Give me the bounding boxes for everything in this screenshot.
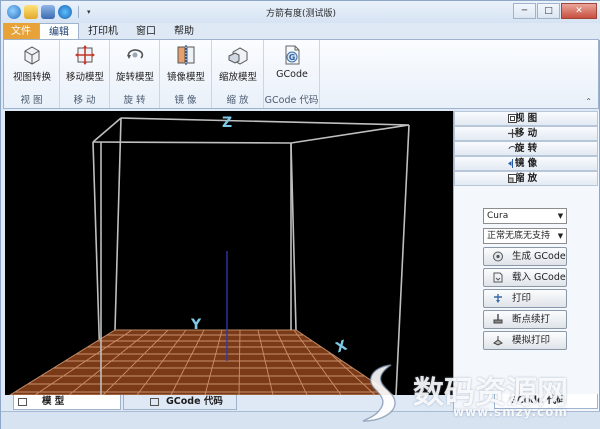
move-model-button[interactable]: 移动模型: [60, 44, 110, 83]
close-button[interactable]: ✕: [561, 3, 597, 19]
gcode-icon: G: [281, 44, 303, 66]
title-bar: ▾ 方箭有度(测试版) ─ □ ✕: [1, 1, 600, 23]
resume-print-label: 断点续打: [512, 314, 551, 325]
view-convert-button[interactable]: 视图转换: [7, 44, 57, 83]
ribbon: 视图转换 视 图 移动模型 移 动 旋转模型 旋 转 镜像模型 镜 像 缩放模型…: [3, 39, 599, 109]
move-arrows-icon: [74, 44, 96, 66]
rotate-icon: [124, 44, 146, 66]
section-view-label: 视 图: [514, 113, 538, 124]
section-mirror[interactable]: 镜 像: [454, 156, 598, 171]
section-move[interactable]: 移 动: [454, 126, 598, 141]
section-move-label: 移 动: [514, 128, 538, 139]
window-title: 方箭有度(测试版): [265, 9, 337, 19]
simulate-print-label: 模拟打印: [512, 335, 551, 346]
move-model-label: 移动模型: [65, 72, 104, 83]
tab-gcode-right-label: GCode 代码: [509, 395, 566, 406]
ribbon-group-caption: 移 动: [73, 95, 96, 106]
collapse-ribbon-icon[interactable]: ⌃: [585, 97, 592, 106]
chevron-down-icon: ▼: [557, 232, 564, 240]
svg-text:G: G: [289, 53, 296, 62]
rotate-model-button[interactable]: 旋转模型: [110, 44, 160, 83]
section-view[interactable]: 视 图: [454, 111, 598, 126]
slicer-select[interactable]: Cura ▼: [483, 208, 567, 224]
model-icon: [18, 398, 27, 406]
ribbon-group-mirror: 镜像模型 镜 像: [160, 40, 212, 108]
gcode-label: GCode: [276, 69, 308, 80]
status-bar: [1, 411, 600, 429]
mirror-icon: [508, 159, 513, 168]
3d-viewport[interactable]: Z Y X: [5, 111, 453, 395]
rotate-model-label: 旋转模型: [115, 72, 154, 83]
axis-z-label: Z: [222, 115, 233, 131]
rotate-icon: [508, 146, 517, 150]
simulate-print-button[interactable]: 模拟打印: [483, 331, 567, 350]
chevron-down-icon: ▼: [557, 212, 564, 220]
slicer-select-value: Cura: [487, 211, 509, 221]
view-icon: [508, 114, 517, 123]
mirror-model-label: 镜像模型: [166, 72, 205, 83]
move-icon: [508, 129, 517, 138]
maximize-button[interactable]: □: [537, 3, 560, 19]
scale-model-label: 缩放模型: [218, 72, 257, 83]
section-rotate-label: 旋 转: [514, 143, 538, 154]
print-icon: [494, 294, 502, 303]
ribbon-group-caption: GCode 代码: [264, 95, 319, 106]
support-select[interactable]: 正常无底无支持 ▼: [483, 228, 567, 244]
section-mirror-label: 镜 像: [514, 158, 538, 169]
section-scale[interactable]: 缩 放: [454, 171, 598, 186]
right-panel: 视 图 移 动 旋 转 镜 像 缩 放 Cura ▼ 正常无底无支持 ▼ 生成: [453, 111, 599, 411]
minimize-button[interactable]: ─: [513, 3, 536, 19]
scale-model-button[interactable]: 缩放模型: [213, 44, 263, 83]
scale-icon: [227, 44, 249, 66]
tab-gcode[interactable]: GCode 代码: [123, 395, 237, 410]
axis-y-label: Y: [191, 317, 202, 333]
ribbon-group-caption: 视 图: [20, 95, 43, 106]
ribbon-group-caption: 旋 转: [123, 95, 146, 106]
tab-file[interactable]: 文件: [3, 23, 39, 40]
support-select-value: 正常无底无支持: [487, 231, 551, 241]
ribbon-group-gcode: G GCode GCode 代码: [264, 40, 320, 108]
gcode-button[interactable]: G GCode: [267, 44, 317, 80]
section-rotate[interactable]: 旋 转: [454, 141, 598, 156]
load-gcode-icon: [493, 272, 503, 283]
print-bed: [9, 329, 394, 395]
ribbon-group-scale: 缩放模型 缩 放: [212, 40, 264, 108]
generate-gcode-button[interactable]: 生成 GCode: [483, 247, 567, 266]
window-controls: ─ □ ✕: [513, 3, 597, 19]
section-scale-label: 缩 放: [514, 173, 538, 184]
resume-print-icon: [493, 314, 503, 324]
tab-model-label: 模 型: [42, 396, 65, 407]
tab-window[interactable]: 窗口: [127, 23, 165, 40]
app-window: ▾ 方箭有度(测试版) ─ □ ✕ 文件 编辑 打印机 窗口 帮助 视图转换 视…: [0, 0, 600, 429]
mirror-model-button[interactable]: 镜像模型: [161, 44, 211, 83]
ribbon-group-move: 移动模型 移 动: [60, 40, 110, 108]
menu-bar: 文件 编辑 打印机 窗口 帮助: [1, 23, 600, 40]
tab-gcode-right[interactable]: GCode 代码: [494, 394, 598, 409]
ribbon-group-rotate: 旋转模型 旋 转: [110, 40, 160, 108]
scale-icon: [508, 174, 517, 183]
mirror-icon: [175, 44, 197, 66]
ribbon-group-caption: 缩 放: [226, 95, 249, 106]
tab-edit[interactable]: 编辑: [39, 23, 79, 40]
tab-help[interactable]: 帮助: [165, 23, 203, 40]
load-gcode-button[interactable]: 载入 GCode: [483, 268, 567, 287]
view-tabs: 模 型 GCode 代码: [5, 395, 453, 410]
resume-print-button[interactable]: 断点续打: [483, 310, 567, 329]
view-cube-icon: [21, 44, 43, 66]
ribbon-group-caption: 镜 像: [174, 95, 197, 106]
tab-printer[interactable]: 打印机: [79, 23, 127, 40]
generate-gcode-label: 生成 GCode: [512, 251, 566, 262]
view-convert-label: 视图转换: [12, 72, 51, 83]
tab-gcode-label: GCode 代码: [166, 396, 223, 407]
tab-model[interactable]: 模 型: [13, 395, 121, 410]
load-gcode-label: 载入 GCode: [512, 272, 566, 283]
generate-gcode-icon: [493, 251, 503, 262]
print-button[interactable]: 打印: [483, 289, 567, 308]
gcode-tab-icon: [150, 398, 159, 406]
print-label: 打印: [512, 293, 532, 304]
simulate-print-icon: [493, 336, 503, 346]
ribbon-group-view: 视图转换 视 图: [4, 40, 60, 108]
